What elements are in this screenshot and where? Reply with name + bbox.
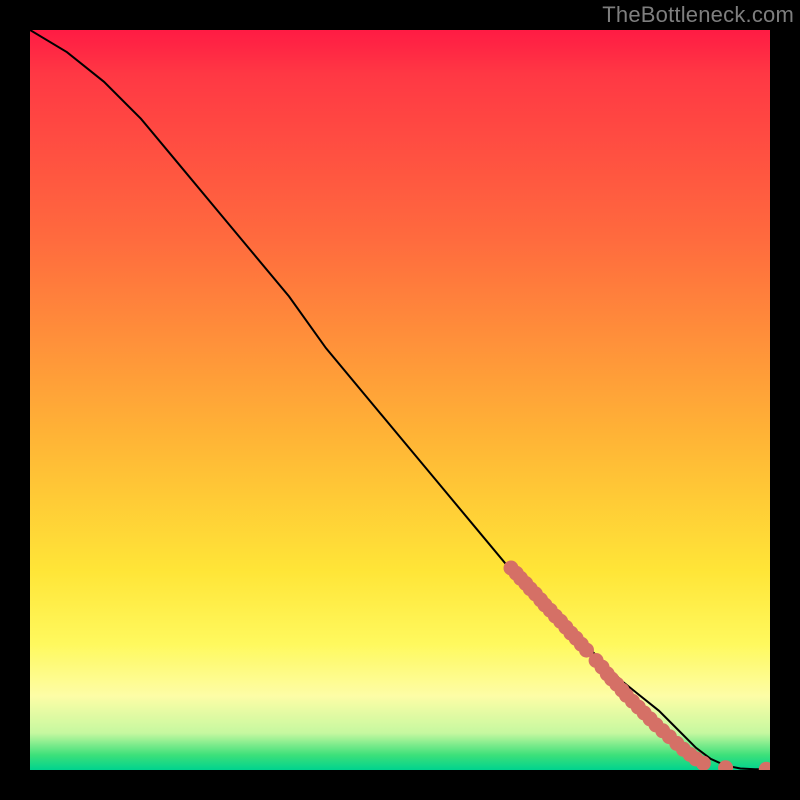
chart-svg [30, 30, 770, 770]
data-marker [718, 760, 733, 770]
chart-frame: TheBottleneck.com [0, 0, 800, 800]
curve-markers [504, 561, 771, 771]
data-marker [759, 762, 770, 770]
plot-area [30, 30, 770, 770]
attribution-text: TheBottleneck.com [602, 2, 794, 28]
curve-line [30, 30, 770, 769]
